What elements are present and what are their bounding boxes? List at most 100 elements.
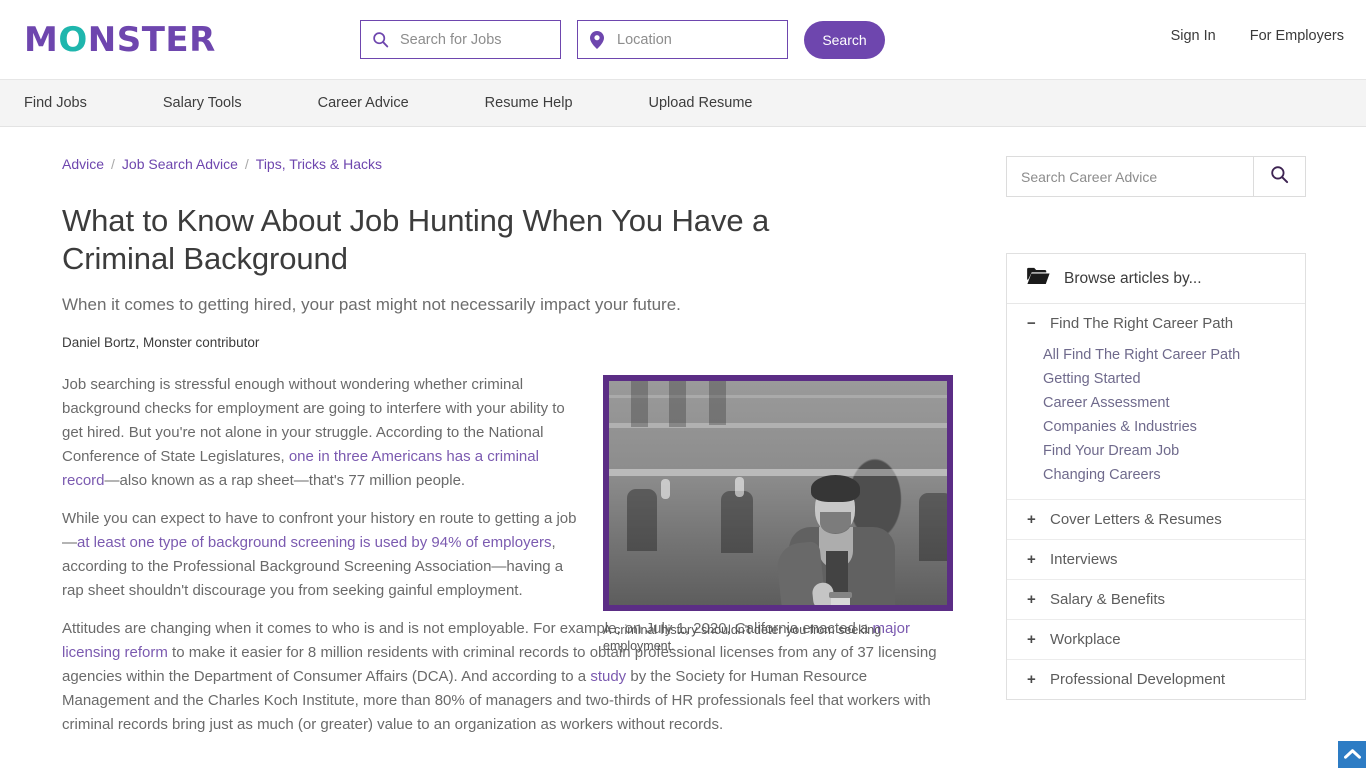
search-button[interactable]: Search — [804, 20, 885, 59]
folder-icon — [1027, 267, 1050, 290]
page-body: Advice / Job Search Advice / Tips, Tricks & … — [0, 127, 1366, 768]
paragraph-2-link[interactable]: at least one type of background screenin… — [77, 534, 551, 551]
sidebar-section-label: Salary & Benefits — [1050, 591, 1166, 608]
sidebar-link-find-your-dream-job[interactable]: Find Your Dream Job — [1043, 439, 1305, 463]
browse-articles-header: Browse articles by... — [1007, 254, 1305, 304]
sidebar-section-cover-letters-resumes: + Cover Letters & Resumes — [1007, 500, 1305, 540]
sidebar-section-toggle[interactable]: − Find The Right Career Path — [1007, 304, 1305, 343]
career-advice-search[interactable] — [1006, 156, 1306, 197]
sidebar-section-workplace: + Workplace — [1007, 620, 1305, 660]
sidebar-section-toggle[interactable]: + Interviews — [1007, 540, 1305, 579]
breadcrumb-item-tips-tricks-hacks[interactable]: Tips, Tricks & Hacks — [256, 156, 382, 172]
for-employers-link[interactable]: For Employers — [1250, 28, 1344, 44]
logo-text-o: O — [58, 19, 88, 60]
location-pin-icon — [588, 30, 606, 49]
sidebar-section-find-the-right-career-path: − Find The Right Career Path All Find Th… — [1007, 304, 1305, 500]
header-search-cluster: Search — [360, 20, 885, 59]
photo-detail — [609, 423, 947, 428]
paragraph-3-link-study[interactable]: study — [590, 668, 626, 685]
article-paragraph-1: Job searching is stressful enough withou… — [62, 373, 580, 493]
plus-icon: + — [1027, 551, 1036, 568]
paragraph-1-text-b: —also known as a rap sheet—that's 77 mil… — [104, 472, 466, 489]
nav-item-career-advice[interactable]: Career Advice — [318, 95, 409, 111]
photo-detail — [735, 477, 744, 497]
plus-icon: + — [1027, 671, 1036, 688]
sidebar-section-toggle[interactable]: + Salary & Benefits — [1007, 580, 1305, 619]
job-search-field[interactable] — [360, 20, 561, 59]
career-advice-search-input[interactable] — [1007, 157, 1253, 196]
photo-detail — [775, 540, 836, 605]
header-account-links: Sign In For Employers — [1171, 28, 1344, 44]
sidebar-section-professional-development: + Professional Development — [1007, 660, 1305, 699]
article-byline: Daniel Bortz, Monster contributor — [62, 335, 260, 350]
logo-text-part-2: NSTER — [87, 19, 216, 60]
article-paragraph-2: While you can expect to have to confront… — [62, 507, 580, 603]
article-figure: A criminal history shouldn't deter you f… — [603, 375, 953, 654]
photo-detail — [627, 489, 657, 551]
article-photo — [609, 381, 947, 605]
sidebar-link-getting-started[interactable]: Getting Started — [1043, 367, 1305, 391]
sidebar: Browse articles by... − Find The Right C… — [942, 127, 1342, 767]
sidebar-section-label: Professional Development — [1050, 671, 1226, 688]
sidebar-section-label: Cover Letters & Resumes — [1050, 511, 1222, 528]
breadcrumb-separator: / — [111, 156, 115, 172]
photo-detail — [829, 592, 852, 598]
breadcrumb: Advice / Job Search Advice / Tips, Tricks & … — [62, 156, 942, 172]
monster-logo[interactable]: MONSTER — [24, 23, 216, 57]
location-search-field[interactable] — [577, 20, 788, 59]
sidebar-section-label: Find The Right Career Path — [1050, 315, 1234, 332]
plus-icon: + — [1027, 591, 1036, 608]
sidebar-section-toggle[interactable]: + Professional Development — [1007, 660, 1305, 699]
browse-articles-card: Browse articles by... − Find The Right C… — [1006, 253, 1306, 700]
sidebar-section-toggle[interactable]: + Workplace — [1007, 620, 1305, 659]
photo-detail — [721, 491, 753, 553]
sign-in-link[interactable]: Sign In — [1171, 28, 1216, 44]
article-subtitle: When it comes to getting hired, your pas… — [62, 295, 681, 314]
site-header: MONSTER Search Sign In For Employers — [0, 0, 1366, 79]
chevron-up-icon — [1343, 746, 1361, 764]
sidebar-link-changing-careers[interactable]: Changing Careers — [1043, 463, 1305, 487]
photo-subject — [769, 465, 919, 605]
photo-detail — [811, 475, 860, 502]
photo-detail — [669, 381, 686, 427]
plus-icon: + — [1027, 511, 1036, 528]
page-title: What to Know About Job Hunting When You … — [62, 203, 770, 276]
sidebar-section-links: All Find The Right Career Path Getting S… — [1007, 343, 1305, 499]
sidebar-section-label: Interviews — [1050, 551, 1118, 568]
photo-detail — [709, 381, 726, 425]
photo-detail — [919, 493, 947, 561]
sidebar-section-label: Workplace — [1050, 631, 1121, 648]
breadcrumb-item-job-search-advice[interactable]: Job Search Advice — [122, 156, 238, 172]
career-advice-search-button[interactable] — [1253, 157, 1305, 196]
nav-item-resume-help[interactable]: Resume Help — [485, 95, 573, 111]
breadcrumb-separator: / — [244, 156, 249, 172]
nav-item-salary-tools[interactable]: Salary Tools — [163, 95, 242, 111]
location-search-input[interactable] — [615, 30, 777, 49]
search-icon — [1270, 165, 1289, 189]
sidebar-link-companies-industries[interactable]: Companies & Industries — [1043, 415, 1305, 439]
search-icon — [371, 31, 389, 49]
sidebar-section-toggle[interactable]: + Cover Letters & Resumes — [1007, 500, 1305, 539]
image-caption: A criminal history shouldn't deter you f… — [603, 623, 882, 653]
scroll-to-top-button[interactable] — [1338, 741, 1366, 768]
article-image-frame — [603, 375, 953, 611]
plus-icon: + — [1027, 631, 1036, 648]
minus-icon: − — [1027, 315, 1036, 332]
sidebar-section-interviews: + Interviews — [1007, 540, 1305, 580]
photo-detail — [820, 512, 851, 534]
article-column: Advice / Job Search Advice / Tips, Tricks & … — [24, 127, 953, 767]
job-search-input[interactable] — [398, 30, 550, 49]
logo-text-part-1: M — [24, 19, 59, 60]
article-body: A criminal history shouldn't deter you f… — [62, 373, 953, 737]
sidebar-link-career-assessment[interactable]: Career Assessment — [1043, 391, 1305, 415]
nav-item-upload-resume[interactable]: Upload Resume — [649, 95, 753, 111]
main-navigation: Find Jobs Salary Tools Career Advice Res… — [0, 79, 1366, 127]
photo-detail — [661, 479, 670, 499]
photo-detail — [609, 395, 947, 398]
photo-detail — [631, 381, 648, 427]
sidebar-section-salary-benefits: + Salary & Benefits — [1007, 580, 1305, 620]
browse-articles-title: Browse articles by... — [1064, 269, 1202, 287]
sidebar-link-all-find-the-right-career-path[interactable]: All Find The Right Career Path — [1043, 343, 1305, 367]
breadcrumb-item-advice[interactable]: Advice — [62, 156, 104, 172]
nav-item-find-jobs[interactable]: Find Jobs — [24, 95, 87, 111]
